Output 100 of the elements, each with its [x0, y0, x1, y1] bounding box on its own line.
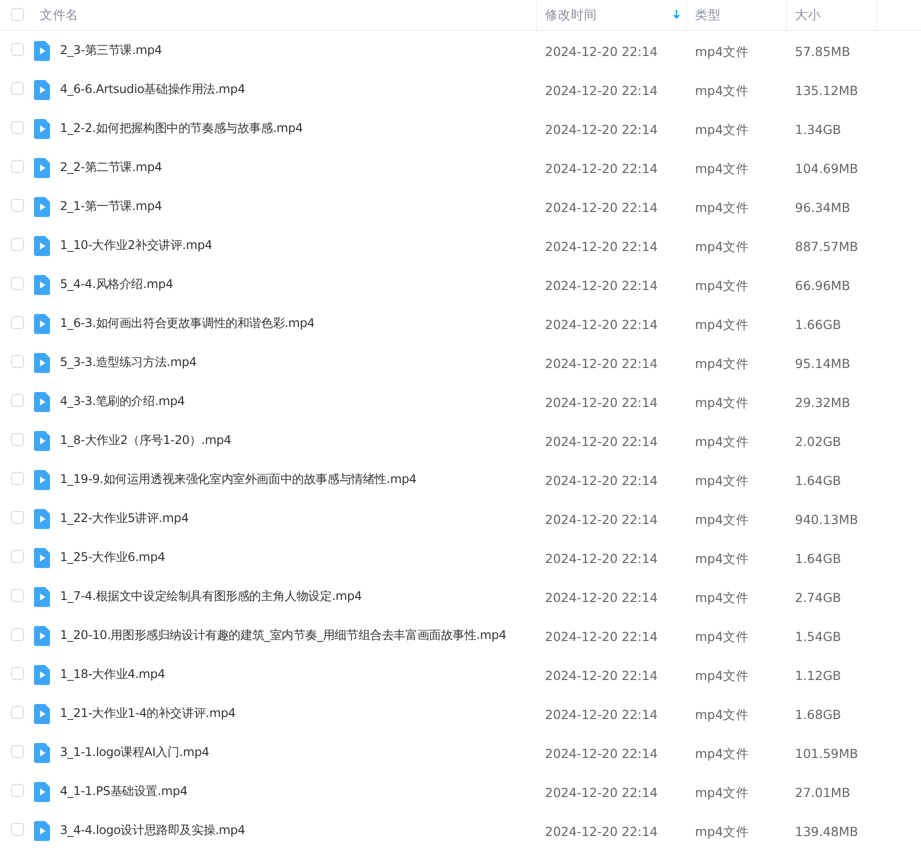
file-type: mp4文件	[694, 550, 750, 566]
file-size: 2.74GB	[794, 590, 842, 605]
file-size: 104.69MB	[794, 161, 858, 176]
modified-date: 2024-12-20 22:14	[544, 512, 658, 527]
file-type: mp4文件	[694, 394, 750, 410]
modified-date: 2024-12-20 22:14	[544, 551, 658, 566]
video-file-icon	[34, 430, 50, 450]
checkbox[interactable]	[11, 511, 24, 524]
modified-date: 2024-12-20 22:14	[544, 746, 658, 761]
file-type: mp4文件	[694, 590, 750, 604]
checkbox[interactable]	[11, 277, 24, 290]
video-file-icon	[34, 742, 50, 762]
checkbox[interactable]	[11, 784, 24, 797]
file-name[interactable]: 4_1-1.PS基础设置.mp4	[60, 783, 188, 800]
video-file-icon	[34, 158, 50, 178]
file-name[interactable]: 1_10-大作业2补交讲评.mp4	[60, 237, 212, 254]
file-name[interactable]: 1_22-大作业5讲评.mp4	[60, 510, 189, 527]
modified-date: 2024-12-20 22:14	[544, 434, 658, 449]
checkbox[interactable]	[11, 628, 24, 641]
file-size: 139.48MB	[794, 824, 858, 839]
checkbox[interactable]	[11, 8, 24, 20]
modified-date: 2024-12-20 22:14	[544, 239, 658, 254]
file-name[interactable]: 3_1-1.logo课程AI入门.mp4	[60, 744, 210, 761]
file-size: 29.32MB	[794, 395, 850, 410]
file-type: mp4文件	[694, 824, 750, 838]
video-file-icon	[34, 80, 50, 100]
video-file-icon	[34, 314, 50, 334]
checkbox[interactable]	[11, 316, 24, 329]
checkbox[interactable]	[11, 745, 24, 758]
file-name[interactable]: 4_6-6.Artsudio基础操作用法.mp4	[60, 81, 246, 98]
video-file-icon	[34, 548, 50, 568]
file-type: mp4文件	[694, 512, 750, 526]
checkbox[interactable]	[11, 82, 24, 95]
modified-date: 2024-12-20 22:14	[544, 200, 658, 215]
file-type: mp4文件	[694, 784, 750, 800]
file-type: mp4文件	[694, 82, 750, 98]
checkbox[interactable]	[11, 706, 24, 719]
file-name[interactable]: 4_3-3.笔刷的介绍.mp4	[60, 393, 185, 410]
modified-date: 2024-12-20 22:14	[544, 356, 658, 371]
checkbox[interactable]	[11, 355, 24, 368]
video-file-icon	[34, 196, 50, 216]
file-size: 101.59MB	[794, 746, 858, 761]
file-size: 95.14MB	[794, 356, 850, 371]
file-type: mp4文件	[694, 668, 750, 682]
file-name[interactable]: 2_1-第一节课.mp4	[60, 198, 162, 215]
file-name[interactable]: 3_4-4.logo设计思路即及实操.mp4	[60, 822, 246, 839]
file-size: 940.13MB	[794, 512, 858, 527]
file-size: 1.64GB	[794, 473, 842, 488]
modified-date: 2024-12-20 22:14	[544, 590, 658, 605]
checkbox[interactable]	[11, 472, 24, 485]
checkbox[interactable]	[11, 121, 24, 134]
file-name[interactable]: 1_21-大作业1-4的补交讲评.mp4	[60, 705, 236, 722]
checkbox[interactable]	[11, 550, 24, 563]
checkbox[interactable]	[11, 667, 24, 680]
modified-date: 2024-12-20 22:14	[544, 278, 658, 293]
file-size: 1.68GB	[794, 707, 842, 722]
modified-date: 2024-12-20 22:14	[544, 707, 658, 722]
video-file-icon	[34, 586, 50, 606]
checkbox[interactable]	[11, 589, 24, 602]
file-name[interactable]: 1_25-大作业6.mp4	[60, 549, 166, 566]
file-type: mp4文件	[694, 706, 750, 722]
modified-date: 2024-12-20 22:14	[544, 161, 658, 176]
checkbox[interactable]	[11, 823, 24, 836]
modified-date: 2024-12-20 22:14	[544, 473, 658, 488]
file-size: 1.66GB	[794, 317, 842, 332]
file-name[interactable]: 1_8-大作业2（序号1-20）.mp4	[60, 432, 232, 449]
modified-date: 2024-12-20 22:14	[544, 83, 658, 98]
file-name[interactable]: 2_3-第三节课.mp4	[60, 42, 162, 59]
checkbox[interactable]	[11, 238, 24, 251]
checkbox[interactable]	[11, 43, 24, 56]
file-size: 135.12MB	[794, 83, 858, 98]
file-type: mp4文件	[694, 278, 750, 292]
file-name[interactable]: 1_20-10.用图形感归纳设计有趣的建筑_室内节奏_用细节组合去丰富画面故事性.mp4	[60, 627, 506, 644]
file-name[interactable]: 1_7-4.根据文中设定绘制具有图形感的主角人物设定.mp4	[60, 588, 362, 605]
file-name[interactable]: 1_18-大作业4.mp4	[60, 666, 166, 683]
file-size: 1.12GB	[794, 668, 842, 683]
video-file-icon	[34, 664, 50, 684]
file-name[interactable]: 1_19-9.如何运用透视来强化室内室外画面中的故事感与情绪性.mp4	[60, 471, 416, 488]
file-name[interactable]: 5_4-4.风格介绍.mp4	[60, 276, 174, 293]
file-size: 96.34MB	[794, 200, 850, 215]
file-name[interactable]: 1_2-2.如何把握构图中的节奏感与故事感.mp4	[60, 120, 303, 137]
file-type: mp4文件	[694, 160, 750, 176]
file-type: mp4文件	[694, 122, 750, 136]
file-name[interactable]: 1_6-3.如何画出符合更故事调性的和谐色彩.mp4	[60, 315, 315, 332]
checkbox[interactable]	[11, 433, 24, 446]
video-file-icon	[34, 704, 50, 724]
file-type: mp4文件	[694, 356, 750, 370]
video-file-icon	[34, 782, 50, 802]
file-name[interactable]: 2_2-第二节课.mp4	[60, 159, 162, 176]
file-type: mp4文件	[694, 434, 750, 448]
checkbox[interactable]	[11, 199, 24, 212]
modified-date: 2024-12-20 22:14	[544, 824, 658, 839]
file-name[interactable]: 5_3-3.造型练习方法.mp4	[60, 354, 197, 371]
checkbox[interactable]	[11, 394, 24, 407]
video-file-icon	[34, 118, 50, 138]
video-file-icon	[34, 392, 50, 412]
modified-date: 2024-12-20 22:14	[544, 317, 658, 332]
checkbox[interactable]	[11, 160, 24, 173]
modified-date: 2024-12-20 22:14	[544, 44, 658, 59]
sort-arrow-icon[interactable]	[673, 10, 680, 20]
